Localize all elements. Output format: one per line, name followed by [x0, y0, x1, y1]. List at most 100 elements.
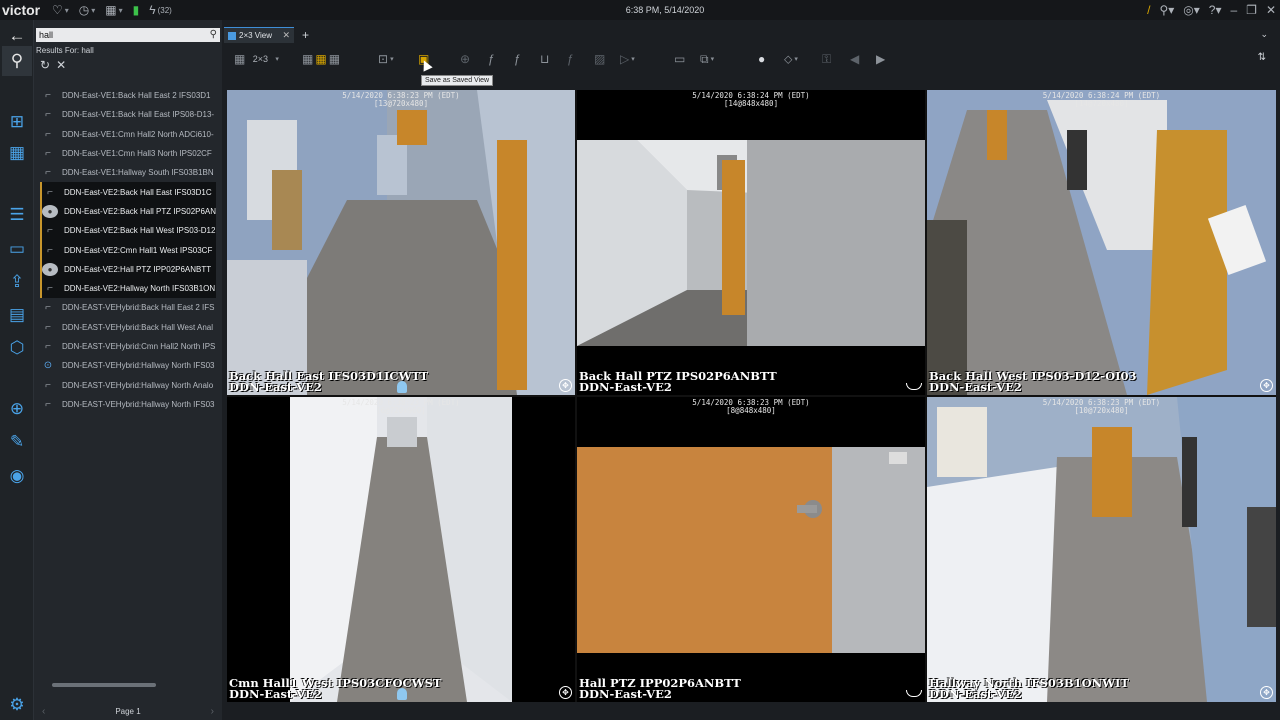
- search-input[interactable]: hall ⚲: [36, 28, 220, 42]
- list-item[interactable]: ⌐ DDN-EAST-VEHybrid:Back Hall East 2 IFS: [40, 298, 216, 317]
- list-item[interactable]: ⌐ DDN-East-VE2:Back Hall East IFS03D1C: [40, 182, 216, 202]
- list-item[interactable]: ⌐ DDN-East-VE1:Cmn Hall2 North ADCi610-: [40, 125, 216, 144]
- refresh-icon[interactable]: ↻: [40, 58, 50, 72]
- clip-icon[interactable]: ⊔: [540, 50, 549, 68]
- list-item[interactable]: ⌐ DDN-EAST-VEHybrid:Cmn Hall2 North IPS: [40, 337, 216, 356]
- status-icon[interactable]: ▮: [133, 3, 140, 17]
- minimize-icon[interactable]: –: [1230, 3, 1237, 17]
- prev-page-icon[interactable]: ‹: [42, 704, 45, 720]
- bookmark-menu[interactable]: ⬦ ▾: [784, 50, 798, 68]
- report-icon[interactable]: ▤: [5, 303, 29, 327]
- export-menu[interactable]: ⧉ ▾: [700, 50, 714, 68]
- alarm-count: (32): [157, 5, 172, 15]
- list-item[interactable]: ⌐ DDN-East-VE2:Back Hall West IPS03-D12: [40, 221, 216, 241]
- settings-gear-icon[interactable]: ⚙: [5, 693, 29, 717]
- alarms-button[interactable]: ϟ (32): [149, 3, 172, 17]
- chevron-down-icon: ▾: [91, 5, 96, 15]
- page-label: Page 1: [115, 707, 141, 716]
- search-icon[interactable]: ⚲: [2, 46, 32, 76]
- list-item[interactable]: ⌐ DDN-East-VE2:Hallway North IFS03B1ON: [40, 278, 216, 299]
- close-tab-icon[interactable]: ✕: [282, 30, 290, 41]
- clear-icon[interactable]: ✕: [56, 58, 66, 72]
- resolution-text: [13@720x480]: [373, 99, 429, 108]
- lock-icon[interactable]: ⚿: [822, 50, 831, 68]
- pen-icon[interactable]: /: [1147, 3, 1150, 17]
- folder-icon[interactable]: ▭: [5, 237, 29, 261]
- help-icon[interactable]: ?▾: [1209, 3, 1222, 17]
- user-menu-icon[interactable]: ⚲▾: [1159, 3, 1174, 17]
- layouts-menu[interactable]: ▦ ▾: [105, 3, 122, 17]
- add-tab-icon[interactable]: +: [302, 28, 309, 42]
- play-menu[interactable]: ▷ ▾: [620, 50, 635, 68]
- list-item[interactable]: ⊙ DDN-EAST-VEHybrid:Hallway North IFS03: [40, 356, 216, 375]
- list-item[interactable]: ● DDN-East-VE2:Back Hall PTZ IPS02P6AN: [40, 201, 216, 222]
- record-icon[interactable]: ●: [758, 50, 765, 68]
- list-item[interactable]: ⌐ DDN-East-VE1:Hallway South IFS03B1BN: [40, 163, 216, 182]
- list-item[interactable]: ⌐ DDN-EAST-VEHybrid:Back Hall West Anal: [40, 318, 216, 337]
- expand-icon[interactable]: ⇅: [1258, 52, 1266, 63]
- back-arrow-icon[interactable]: ←: [5, 24, 29, 48]
- eye-icon[interactable]: ◉: [5, 464, 29, 488]
- restore-icon[interactable]: ❐: [1246, 3, 1257, 17]
- export-icon: ⧉: [700, 51, 709, 66]
- list-item-label: DDN-East-VE2:Cmn Hall1 West IPS03CF: [64, 245, 213, 255]
- next-icon[interactable]: ▶: [876, 50, 885, 68]
- export-icon[interactable]: ⇪: [5, 270, 29, 294]
- list-item[interactable]: ⌐ DDN-East-VE1:Back Hall East IPS08-D13-: [40, 105, 216, 124]
- horizontal-scrollbar[interactable]: [50, 682, 210, 688]
- add-view-icon[interactable]: ⊞: [5, 110, 29, 134]
- camera-feed: [927, 397, 1276, 702]
- list-item[interactable]: ⌐ DDN-EAST-VEHybrid:Hallway North IFS03: [40, 395, 216, 414]
- ptz-control-icon[interactable]: [906, 690, 922, 697]
- camera-tile[interactable]: 5/14/2020 6:38:23 PM (EDT) [10@720x480] H…: [927, 397, 1276, 702]
- layout-presets[interactable]: ▦ ▦ ▦: [302, 50, 340, 68]
- close-icon[interactable]: ✕: [1266, 3, 1276, 17]
- list-item[interactable]: ⌐ DDN-East-VE2:Cmn Hall1 West IPS03CF: [40, 240, 216, 260]
- list-item[interactable]: ⌐ DDN-East-VE1:Back Hall East 2 IFS03D1: [40, 86, 216, 105]
- scrollbar-thumb[interactable]: [52, 683, 156, 687]
- ptz-control-icon[interactable]: [906, 383, 922, 390]
- camera-tile[interactable]: 5/14/2020 6:38:24 PM (EDT) [14@848x480] B…: [577, 90, 925, 395]
- next-page-icon[interactable]: ›: [211, 704, 214, 720]
- camera-grid: 5/14/2020 6:38:23 PM (EDT) [13@720x480] B…: [227, 90, 1276, 702]
- list-item[interactable]: ● DDN-East-VE2:Hall PTZ IPP02P6ANBTT: [40, 259, 216, 279]
- camera-tile[interactable]: 5/14/2020 6:38:23 PM (EDT) [13@720x480] B…: [227, 90, 575, 395]
- save-tooltip: Save as Saved View: [421, 75, 494, 86]
- view-toolbar: ▦ 2×3 ▾ ▦ ▦ ▦ ⊡ ▾ ▣ ⊕ ƒ ƒ ⊔ ƒ ▨ ▷ ▾ ▭ ⧉ ▾ ● ⬦…: [222, 46, 1280, 72]
- monitor-icon[interactable]: ▭: [674, 50, 685, 68]
- fisheye-control-icon[interactable]: ✥: [1260, 686, 1273, 699]
- camera-timestamp: 5/14/2020 6:38:23 PM (EDT) [8@848x480]: [577, 399, 925, 415]
- layout-selector[interactable]: ▦ 2×3 ▾: [234, 50, 279, 68]
- digital-ptz-icon[interactable]: ƒ: [488, 50, 495, 68]
- list-item[interactable]: ⌐ DDN-EAST-VEHybrid:Hallway North Analo: [40, 375, 216, 394]
- pager: ‹ Page 1 ›: [34, 704, 222, 720]
- list-item-label: DDN-East-VE1:Cmn Hall3 North IPS02CF: [62, 149, 212, 159]
- fisheye-control-icon[interactable]: ✥: [559, 686, 572, 699]
- search-icon[interactable]: ⚲: [210, 28, 217, 42]
- account-icon[interactable]: ◎▾: [1183, 3, 1200, 17]
- fisheye-control-icon[interactable]: ✥: [1260, 379, 1273, 392]
- add-circle-icon[interactable]: ⊕: [5, 397, 29, 421]
- history-menu[interactable]: ◷ ▾: [79, 3, 96, 17]
- fx-icon[interactable]: ƒ: [567, 50, 574, 68]
- camera-tile[interactable]: 5/14/2020 6:38:23 PM (EDT) [8@848x480] Ha…: [577, 397, 925, 702]
- chevron-down-icon[interactable]: ⌄: [1260, 29, 1268, 40]
- zoom-icon[interactable]: ⊕: [460, 50, 470, 68]
- fisheye-control-icon[interactable]: ✥: [559, 379, 572, 392]
- tab-2x3-view[interactable]: 2×3 View ✕: [224, 27, 294, 43]
- camera-menu[interactable]: ⊡ ▾: [378, 50, 394, 68]
- favorites-menu[interactable]: ♡ ▾: [52, 3, 69, 17]
- camera-tile[interactable]: 5/14/2020 6:38:23 PM (EDT) [6@720x960] Cm…: [227, 397, 575, 702]
- pencil-icon[interactable]: ✎: [5, 430, 29, 454]
- left-rail: ← ⚲ ⊞ ▦ ☰ ▭ ⇪ ▤ ⬡ ⊕ ✎ ◉ ⚙: [0, 20, 34, 720]
- fisheye-icon[interactable]: ƒ: [514, 50, 521, 68]
- camera-feed: [577, 447, 925, 653]
- package-icon[interactable]: ⬡: [5, 336, 29, 360]
- list-item[interactable]: ⌐ DDN-East-VE1:Cmn Hall3 North IPS02CF: [40, 144, 216, 163]
- previous-icon[interactable]: ◀: [850, 50, 859, 68]
- camera-tile[interactable]: 5/14/2020 6:38:24 PM (EDT) [14@720x480] B…: [927, 90, 1276, 395]
- snapshot-icon[interactable]: ▨: [594, 50, 605, 68]
- list-icon[interactable]: ☰: [5, 203, 29, 227]
- layout-icon[interactable]: ▦: [5, 141, 29, 165]
- tab-label: 2×3 View: [239, 31, 272, 40]
